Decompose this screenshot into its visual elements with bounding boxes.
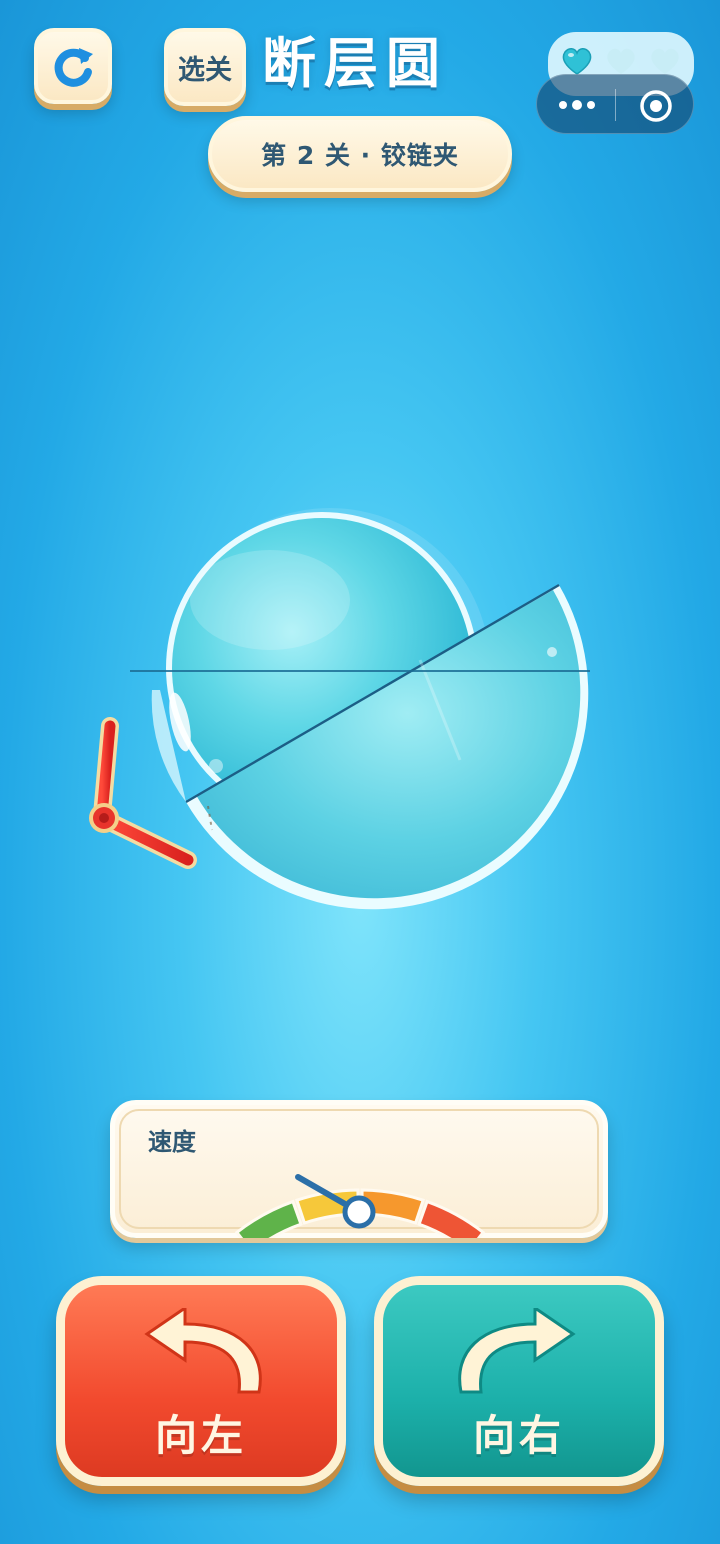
speed-needle-hub [342,1195,376,1229]
heart-icon [562,48,592,75]
turn-right-button[interactable]: 向右 [374,1276,664,1486]
disc-bubble [547,647,557,657]
speed-gauge [234,1174,486,1238]
level-select-button[interactable]: 选关 [164,28,246,106]
disc-bubble [209,759,223,773]
game-title: 断层圆 [262,31,448,95]
capsule-divider [615,89,616,121]
heart-icon [607,48,635,74]
more-dots-icon[interactable] [555,93,599,117]
heart-icon [651,48,679,74]
turn-left-button[interactable]: 向左 [56,1276,346,1486]
arrow-right-icon [458,1308,576,1394]
speed-segment [417,1199,486,1238]
target-circle-icon[interactable] [639,89,673,123]
refresh-icon [54,48,93,87]
miniprogram-capsule [536,74,694,134]
reset-button[interactable] [34,28,112,104]
speed-segment [234,1199,303,1238]
arrow-left-icon [144,1308,262,1394]
level-banner: 第 2 关 · 铰链夹 [208,116,512,192]
turn-left-label: 向左 [154,1411,247,1460]
level-select-label: 选关 [178,54,232,86]
hinge-clamp [89,717,197,869]
turn-right-label: 向右 [472,1411,565,1460]
